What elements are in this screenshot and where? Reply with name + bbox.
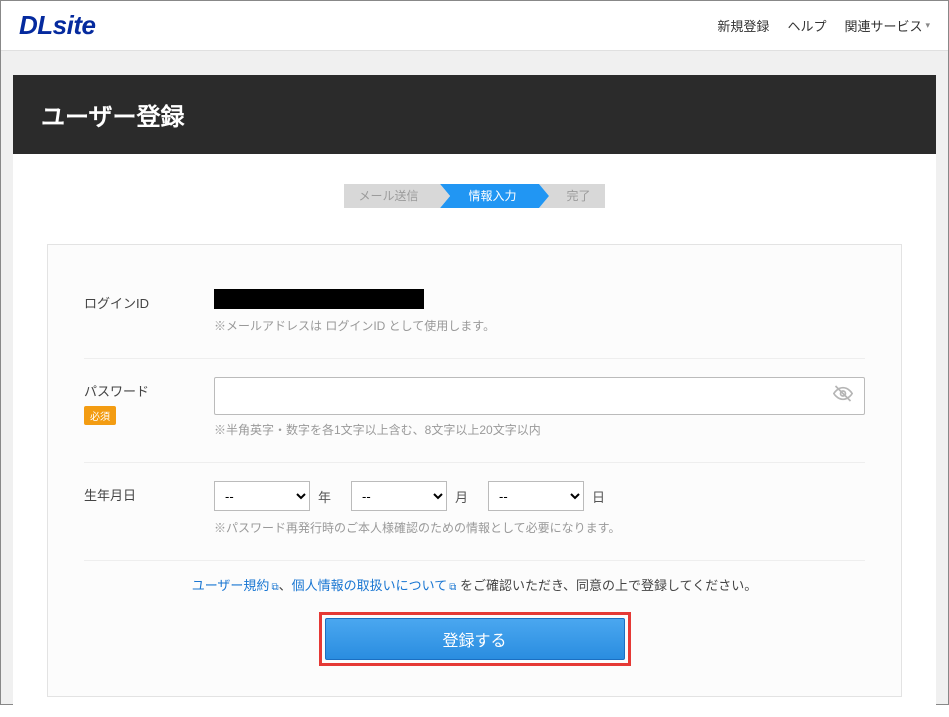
password-input-wrap <box>214 377 865 415</box>
nav-help[interactable]: ヘルプ <box>787 16 826 35</box>
password-value: ※半角英字・数字を各1文字以上含む、8文字以上20文字以内 <box>214 377 865 438</box>
password-hint: ※半角英字・数字を各1文字以上含む、8文字以上20文字以内 <box>214 421 865 438</box>
birthdate-value: -- 年 -- 月 -- 日 ※パスワード再発行時の <box>214 481 865 536</box>
login-id-value: ※メールアドレスは ログインID として使用します。 <box>214 289 865 334</box>
birthdate-label: 生年月日 <box>84 481 214 504</box>
app-window: DLsite 新規登録 ヘルプ 関連サービス ▾ ユーザー登録 メール送信 情報… <box>0 0 949 705</box>
year-unit: 年 <box>318 487 331 506</box>
birth-month-select[interactable]: -- <box>351 481 447 511</box>
submit-wrap: 登録する <box>84 612 865 666</box>
birthdate-hint: ※パスワード再発行時のご本人様確認のための情報として必要になります。 <box>214 519 865 536</box>
password-label-col: パスワード 必須 <box>84 377 214 425</box>
submit-highlight-frame: 登録する <box>319 612 631 666</box>
step-mail-send: メール送信 <box>344 184 440 208</box>
chevron-down-icon: ▾ <box>925 20 930 31</box>
terms-link[interactable]: ユーザー規約⧉ <box>192 578 279 593</box>
login-id-hint: ※メールアドレスは ログインID として使用します。 <box>214 317 865 334</box>
page-body: ユーザー登録 メール送信 情報入力 完了 ログインID ※メールアドレスは ログ… <box>1 51 948 717</box>
row-password: パスワード 必須 <box>84 359 865 463</box>
registration-form: ログインID ※メールアドレスは ログインID として使用します。 パスワード … <box>47 244 902 697</box>
site-logo[interactable]: DLsite <box>19 10 95 41</box>
page-title: ユーザー登録 <box>13 75 936 154</box>
login-id-label: ログインID <box>84 289 214 312</box>
toggle-visibility-icon[interactable] <box>833 384 853 409</box>
login-id-redacted <box>214 289 424 309</box>
row-birthdate: 生年月日 -- 年 -- 月 -- <box>84 463 865 561</box>
nav-related-services[interactable]: 関連サービス ▾ <box>844 16 930 35</box>
agreement-text: ユーザー規約⧉、個人情報の取扱いについて⧉ をご確認いただき、同意の上で登録して… <box>84 575 865 594</box>
day-unit: 日 <box>592 487 605 506</box>
progress-steps: メール送信 情報入力 完了 <box>13 184 936 208</box>
external-link-icon: ⧉ <box>271 582 278 593</box>
birthdate-selects: -- 年 -- 月 -- 日 <box>214 481 865 511</box>
nav-related-label: 関連サービス <box>844 16 922 35</box>
month-unit: 月 <box>455 487 468 506</box>
step-info-input: 情報入力 <box>440 184 538 208</box>
password-label: パスワード <box>84 381 214 400</box>
submit-button[interactable]: 登録する <box>325 618 625 660</box>
required-badge: 必須 <box>84 406 116 425</box>
agreement-tail: をご確認いただき、同意の上で登録してください。 <box>456 578 757 593</box>
birth-day-select[interactable]: -- <box>488 481 584 511</box>
row-login-id: ログインID ※メールアドレスは ログインID として使用します。 <box>84 271 865 359</box>
password-input[interactable] <box>214 377 865 415</box>
nav-register[interactable]: 新規登録 <box>717 16 769 35</box>
content: メール送信 情報入力 完了 ログインID ※メールアドレスは ログインID とし… <box>13 154 936 717</box>
header: DLsite 新規登録 ヘルプ 関連サービス ▾ <box>1 1 948 51</box>
privacy-link[interactable]: 個人情報の取扱いについて⧉ <box>292 578 457 593</box>
agreement-sep: 、 <box>279 578 292 593</box>
header-nav: 新規登録 ヘルプ 関連サービス ▾ <box>717 16 930 35</box>
birth-year-select[interactable]: -- <box>214 481 310 511</box>
